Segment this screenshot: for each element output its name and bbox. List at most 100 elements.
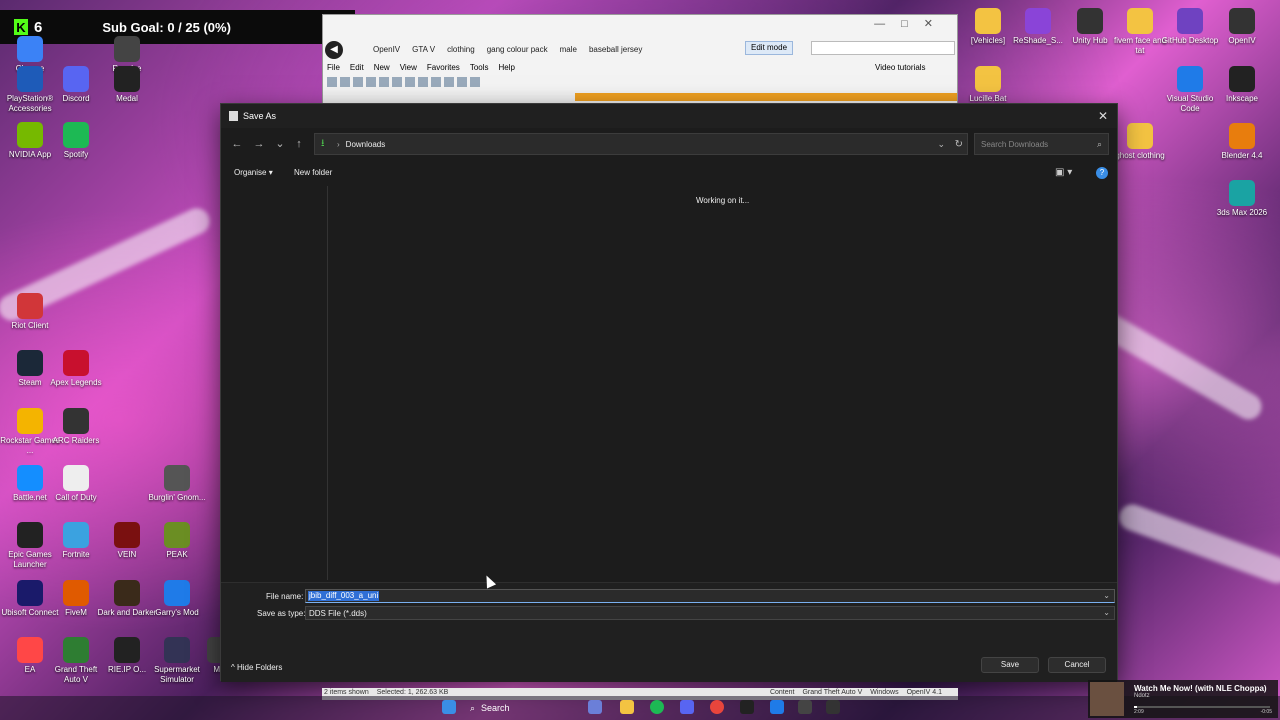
video-tutorials-link[interactable]: Video tutorials (875, 63, 926, 72)
menu-item[interactable]: Edit (350, 63, 364, 72)
back-arrow-icon[interactable]: ← (229, 136, 245, 152)
edit-mode-button[interactable]: Edit mode (745, 41, 794, 55)
path-segment[interactable]: baseball jersey (589, 45, 642, 54)
progress-bar[interactable] (1134, 706, 1270, 708)
desktop-shortcut[interactable]: Call of Duty (46, 465, 106, 503)
file-name-field[interactable]: jbib_diff_003_a_uni ⌄ (305, 589, 1115, 603)
desktop-shortcut[interactable]: Spotify (46, 122, 106, 160)
hide-folders-button[interactable]: ^ Hide Folders (231, 663, 282, 672)
menu-item[interactable]: Help (499, 63, 515, 72)
path-segment[interactable]: male (560, 45, 577, 54)
toolbar-icon[interactable] (379, 77, 389, 87)
shortcut-label: ARC Raiders (52, 436, 100, 445)
openiv-path[interactable]: OpenIV GTA V clothing gang colour pack m… (373, 41, 654, 57)
toolbar-icon[interactable] (392, 77, 402, 87)
back-icon[interactable]: ◀ (325, 41, 343, 59)
toolbar-icon[interactable] (431, 77, 441, 87)
toolbar-icon[interactable] (366, 77, 376, 87)
start-icon[interactable] (442, 700, 456, 714)
search-input[interactable]: Search Downloads ⌕ (974, 133, 1109, 155)
desktop-shortcut[interactable]: Visual Studio Code (1160, 66, 1220, 114)
forward-arrow-icon[interactable]: → (251, 136, 267, 152)
status-text: Selected: 1, 262.63 KB (376, 689, 449, 696)
navigation-pane[interactable] (221, 186, 328, 580)
folder-icon[interactable] (620, 700, 634, 714)
organise-button[interactable]: Organise ▾ (234, 168, 273, 177)
desktop-shortcut[interactable]: Lucille.Bat (958, 66, 1018, 104)
file-list[interactable]: Working on it... (329, 186, 1117, 580)
desktop-shortcut[interactable]: 3ds Max 2026 (1212, 180, 1272, 218)
chevron-down-icon[interactable]: ⌄ (272, 136, 288, 152)
menu-item[interactable]: Favorites (427, 63, 460, 72)
view-options-icon[interactable]: ▣ ▾ (1055, 167, 1072, 178)
discord-icon[interactable] (680, 700, 694, 714)
save-as-type-select[interactable]: DDS File (*.dds) ⌄ (305, 606, 1115, 620)
desktop-shortcut[interactable]: Inkscape (1212, 66, 1272, 104)
app-icon (63, 350, 89, 376)
app-icon (17, 580, 43, 606)
menu-item[interactable]: New (374, 63, 390, 72)
menu-item[interactable]: View (400, 63, 417, 72)
desktop-shortcut[interactable]: Medal (97, 66, 157, 104)
desktop-shortcut[interactable]: ReShade_S... (1008, 8, 1068, 46)
refresh-icon[interactable]: ↻ (955, 139, 963, 150)
toolbar-icon[interactable] (470, 77, 480, 87)
breadcrumb-downloads[interactable]: Downloads (346, 140, 386, 149)
status-text: Content (769, 689, 795, 696)
toolbar-icon[interactable] (353, 77, 363, 87)
desktop-shortcut[interactable]: ARC Raiders (46, 408, 106, 446)
app-icon[interactable] (588, 700, 602, 714)
desktop-shortcut[interactable]: Riot Client (0, 293, 60, 331)
now-playing-widget[interactable]: Watch Me Now! (with NLE Choppa) Ndotz 2:… (1088, 680, 1278, 718)
vscode-icon[interactable] (770, 700, 784, 714)
chevron-down-icon[interactable]: ⌄ (1103, 608, 1110, 617)
desktop-shortcut[interactable]: ghost clothing (1110, 123, 1170, 161)
toolbar-icon[interactable] (405, 77, 415, 87)
desktop-shortcut[interactable]: Burglin' Gnom... (147, 465, 207, 503)
desktop-shortcut[interactable]: OpenIV (1212, 8, 1272, 46)
desktop-shortcut[interactable]: Blender 4.4 (1212, 123, 1272, 161)
desktop-shortcut[interactable]: PEAK (147, 522, 207, 560)
toolbar-icon[interactable] (444, 77, 454, 87)
desktop-shortcut[interactable]: Apex Legends (46, 350, 106, 388)
path-segment[interactable]: GTA V (412, 45, 435, 54)
toolbar-icon[interactable] (418, 77, 428, 87)
address-bar[interactable]: ⭳ › Downloads ⌄ ↻ (314, 133, 968, 155)
desktop-shortcut[interactable]: Garry's Mod (147, 580, 207, 618)
openiv-toolbar[interactable] (327, 75, 647, 89)
chrome-icon[interactable] (710, 700, 724, 714)
chevron-down-icon[interactable]: ⌄ (937, 139, 945, 150)
openiv-search-input[interactable] (811, 41, 955, 55)
openiv-window[interactable]: —□✕ ◀ OpenIV GTA V clothing gang colour … (322, 14, 958, 104)
new-folder-button[interactable]: New folder (294, 168, 332, 177)
window-controls[interactable]: —□✕ (874, 17, 949, 30)
settings-icon[interactable] (798, 700, 812, 714)
app-icon (164, 637, 190, 663)
dialog-titlebar[interactable]: Save As ✕ (221, 104, 1117, 128)
toolbar-icon[interactable] (457, 77, 467, 87)
spotify-icon[interactable] (650, 700, 664, 714)
path-segment[interactable]: clothing (447, 45, 475, 54)
desktop-shortcut[interactable]: GitHub Desktop (1160, 8, 1220, 46)
menu-item[interactable]: File (327, 63, 340, 72)
shortcut-label: Medal (116, 94, 138, 103)
cancel-button[interactable]: Cancel (1048, 657, 1106, 673)
file-name-value[interactable]: jbib_diff_003_a_uni (308, 591, 380, 601)
save-button[interactable]: Save (981, 657, 1039, 673)
path-segment[interactable]: OpenIV (373, 45, 400, 54)
openiv-icon[interactable] (826, 700, 840, 714)
toolbar-icon[interactable] (327, 77, 337, 87)
up-arrow-icon[interactable]: ↑ (291, 136, 307, 152)
toolbar-icon[interactable] (340, 77, 350, 87)
close-icon[interactable]: ✕ (1095, 108, 1111, 124)
help-icon[interactable]: ? (1096, 167, 1108, 179)
path-segment[interactable]: gang colour pack (487, 45, 548, 54)
menu-item[interactable]: Tools (470, 63, 489, 72)
chevron-down-icon[interactable]: ⌄ (1103, 591, 1110, 600)
command-bar: Organise ▾ New folder ▣ ▾ ? (221, 162, 1117, 184)
hide-folders-label: Hide Folders (236, 663, 283, 672)
openiv-menu[interactable]: File Edit New View Favorites Tools Help (327, 63, 515, 72)
taskbar-search[interactable]: ⌕ Search (470, 698, 570, 718)
app-icon[interactable] (740, 700, 754, 714)
kick-logo: K (14, 19, 28, 35)
